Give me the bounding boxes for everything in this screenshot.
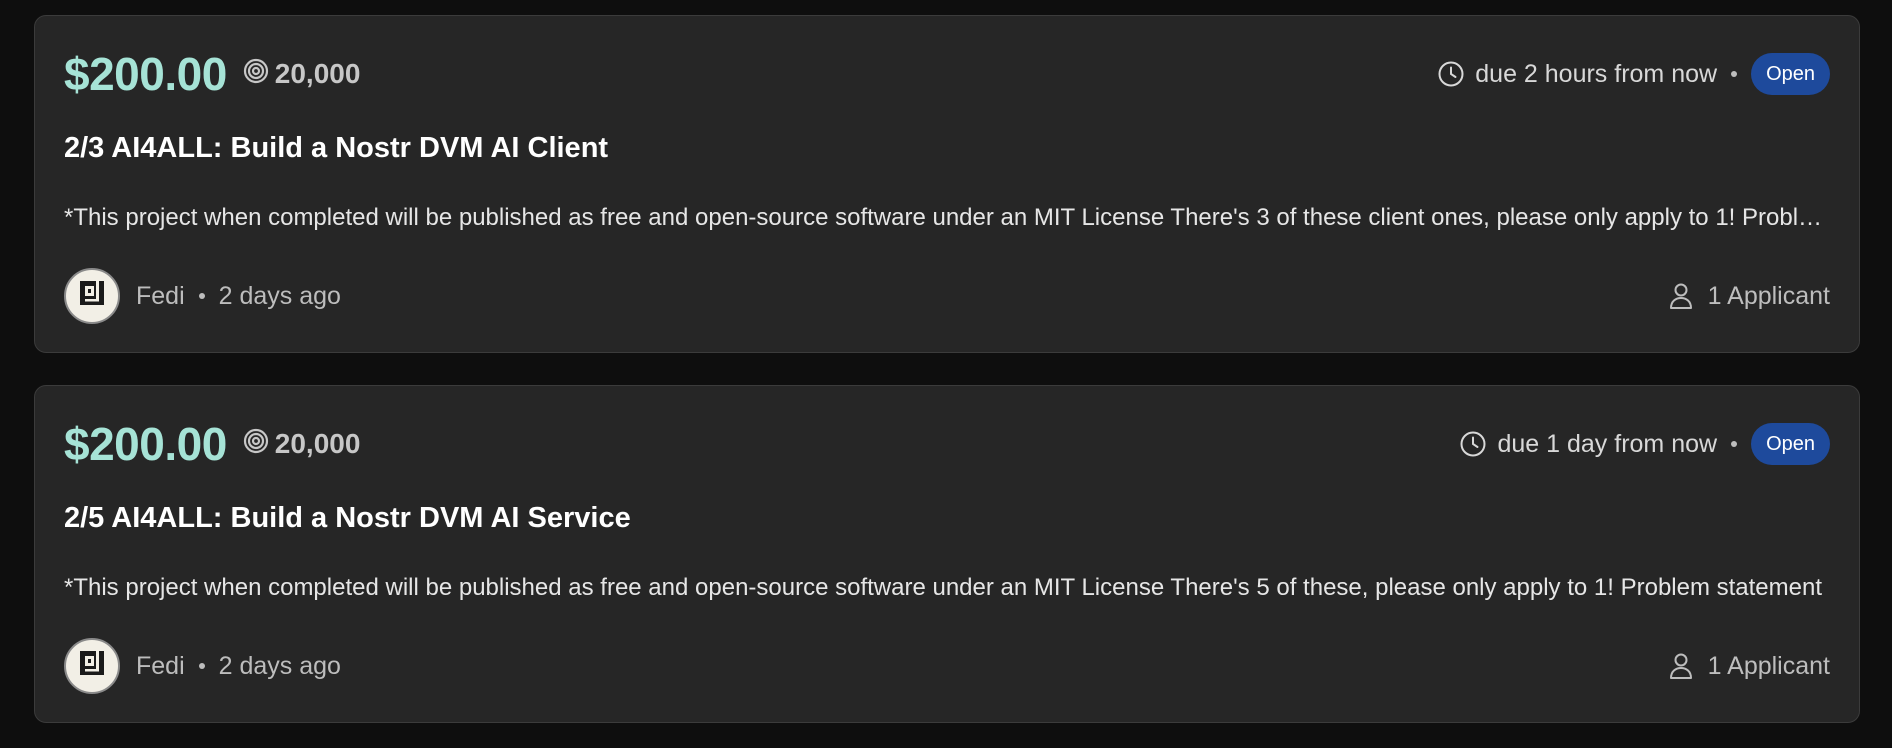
applicant-text: 1 Applicant xyxy=(1707,281,1830,310)
reward: $200.00 20,000 xyxy=(64,417,360,471)
author-name[interactable]: Fedi xyxy=(136,282,185,311)
author-name[interactable]: Fedi xyxy=(136,652,185,681)
separator-dot xyxy=(198,293,205,299)
person-icon xyxy=(1668,652,1694,680)
fedi-logo-icon xyxy=(76,647,108,686)
bounty-footer: Fedi 2 days ago 1 Applicant xyxy=(64,636,1830,696)
author-info: Fedi 2 days ago xyxy=(64,638,341,694)
applicant-count: 1 Applicant xyxy=(1668,652,1830,681)
clock-icon xyxy=(1437,60,1465,88)
separator-dot xyxy=(1731,71,1738,77)
clock-icon xyxy=(1459,430,1487,458)
bounty-header: $200.00 20,000 xyxy=(64,416,1830,472)
bounty-list: $200.00 20,000 due 2 hours from now Open… xyxy=(0,0,1892,748)
due-text: due 1 day from now xyxy=(1497,429,1718,458)
applicant-text: 1 Applicant xyxy=(1707,651,1830,680)
person-icon xyxy=(1668,282,1694,310)
bounty-description: *This project when completed will be pub… xyxy=(64,574,1823,601)
posted-time: 2 days ago xyxy=(218,281,341,310)
posted-time: 2 days ago xyxy=(218,651,341,680)
separator-dot xyxy=(198,663,205,669)
sats-spiral-icon xyxy=(243,428,275,461)
bounty-card[interactable]: $200.00 20,000 xyxy=(34,385,1860,723)
avatar[interactable] xyxy=(64,268,120,324)
sats-amount-group: 20,000 xyxy=(243,428,361,461)
applicant-count: 1 Applicant xyxy=(1668,282,1830,311)
sats-amount: 20,000 xyxy=(274,428,361,459)
sats-spiral-icon xyxy=(243,58,275,91)
status-badge: Open xyxy=(1751,423,1830,465)
usd-amount: $200.00 xyxy=(64,418,227,470)
sats-amount-group: 20,000 xyxy=(243,58,361,91)
avatar[interactable] xyxy=(64,638,120,694)
due-status: due 2 hours from now Open xyxy=(1437,53,1830,95)
bounty-footer: Fedi 2 days ago 1 Applicant xyxy=(64,266,1830,326)
usd-amount: $200.00 xyxy=(64,48,227,100)
status-badge: Open xyxy=(1751,53,1830,95)
separator-dot xyxy=(1731,441,1738,447)
reward: $200.00 20,000 xyxy=(64,47,360,101)
bounty-card[interactable]: $200.00 20,000 xyxy=(34,15,1860,353)
sats-amount: 20,000 xyxy=(274,58,361,89)
due-text: due 2 hours from now xyxy=(1475,59,1718,88)
bounty-header: $200.00 20,000 xyxy=(64,46,1830,102)
bounty-description: *This project when completed will be pub… xyxy=(64,204,1830,231)
due-status: due 1 day from now Open xyxy=(1459,423,1830,465)
fedi-logo-icon xyxy=(76,277,108,316)
bounty-title[interactable]: 2/3 AI4ALL: Build a Nostr DVM AI Client xyxy=(64,132,608,165)
author-info: Fedi 2 days ago xyxy=(64,268,341,324)
bounty-title[interactable]: 2/5 AI4ALL: Build a Nostr DVM AI Service xyxy=(64,502,631,535)
